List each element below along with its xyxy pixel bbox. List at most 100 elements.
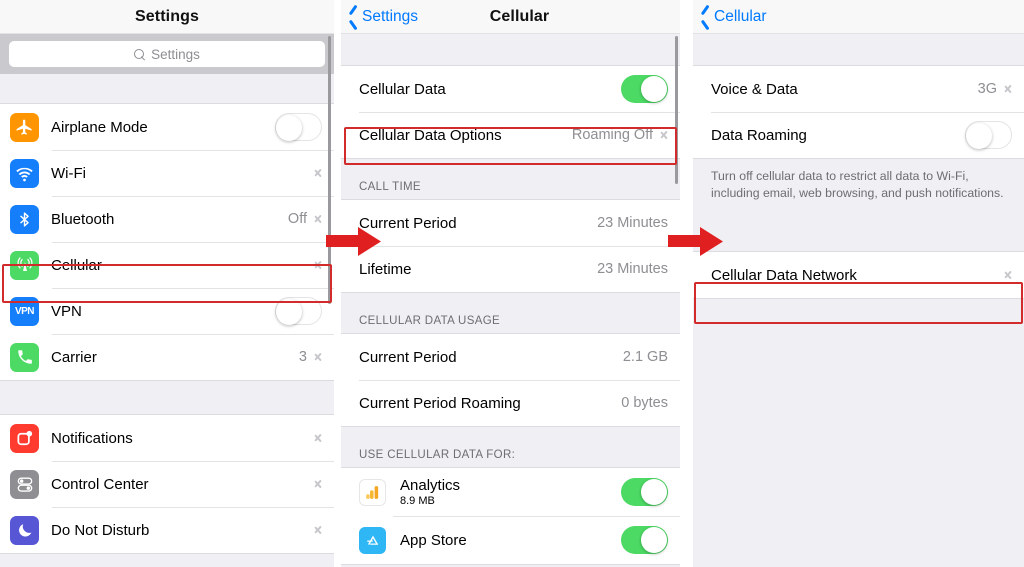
sidebar-item-label: Bluetooth xyxy=(51,210,115,228)
row-label: Current Period xyxy=(359,214,457,232)
vpn-icon: VPN xyxy=(10,296,39,326)
chevron-right-icon xyxy=(314,350,322,364)
row-value: 23 Minutes xyxy=(597,261,668,277)
chevron-left-icon xyxy=(349,9,359,26)
section-header-call-time: CALL TIME xyxy=(341,159,680,199)
settings-scroll-area[interactable]: Settings Airplane Mode Wi-Fi Bluetooth O… xyxy=(0,34,334,567)
cellular-group-apps: Analytics 8.9 MB App Store xyxy=(341,467,680,565)
sidebar-item-label: VPN xyxy=(51,302,82,320)
chevron-right-icon xyxy=(660,128,668,142)
section-header-use-cellular-data-for: USE CELLULAR DATA FOR: xyxy=(341,427,680,467)
row-cellular-data-options[interactable]: Cellular Data Options Roaming Off xyxy=(341,112,680,158)
toggle-knob xyxy=(641,76,667,102)
toggle-knob xyxy=(641,527,667,553)
chevron-right-icon xyxy=(1004,268,1012,282)
cellular-data-options-panel: Cellular Voice & Data 3G Data Roaming Tu… xyxy=(693,0,1024,567)
row-label: Current Period xyxy=(359,348,457,366)
app-store-toggle[interactable] xyxy=(621,526,668,554)
app-text-block: App Store xyxy=(400,532,621,549)
app-text-block: Analytics 8.9 MB xyxy=(400,477,621,508)
chevron-right-icon xyxy=(314,523,322,537)
options-gap-2 xyxy=(693,213,1024,251)
section-header-data-usage: CELLULAR DATA USAGE xyxy=(341,293,680,333)
sidebar-item-cellular[interactable]: Cellular xyxy=(0,242,334,288)
cellular-scrollbar[interactable] xyxy=(675,36,678,184)
row-value: 23 Minutes xyxy=(597,215,668,231)
vpn-toggle[interactable] xyxy=(275,297,322,325)
chevron-right-icon xyxy=(314,477,322,491)
carrier-icon xyxy=(10,342,39,372)
settings-gap-2 xyxy=(0,381,334,414)
cellular-scroll-area[interactable]: Cellular Data Cellular Data Options Roam… xyxy=(341,34,680,567)
analytics-toggle[interactable] xyxy=(621,478,668,506)
chevron-right-icon xyxy=(314,166,322,180)
row-data-roaming[interactable]: Data Roaming xyxy=(693,112,1024,158)
toggle-knob xyxy=(276,115,302,141)
cellular-group-call-time: Current Period 23 Minutes Lifetime 23 Mi… xyxy=(341,199,680,293)
cellular-data-toggle[interactable] xyxy=(621,75,668,103)
analytics-icon xyxy=(359,478,386,506)
sidebar-item-label: Airplane Mode xyxy=(51,118,148,136)
sidebar-item-control-center[interactable]: Control Center xyxy=(0,461,334,507)
settings-panel: Settings Settings Airplane Mode Wi-Fi Bl… xyxy=(0,0,334,567)
chevron-left-icon xyxy=(701,9,711,26)
row-usage-current-period-roaming: Current Period Roaming 0 bytes xyxy=(341,380,680,426)
back-button-cellular[interactable]: Cellular xyxy=(701,0,767,34)
chevron-right-icon xyxy=(1004,82,1012,96)
data-roaming-toggle[interactable] xyxy=(965,121,1012,149)
sidebar-item-label: Cellular xyxy=(51,256,102,274)
options-gap-3 xyxy=(693,299,1024,533)
sidebar-item-notifications[interactable]: Notifications xyxy=(0,415,334,461)
app-name: App Store xyxy=(400,531,467,549)
row-usage-current-period: Current Period 2.1 GB xyxy=(341,334,680,380)
toggle-knob xyxy=(966,123,992,149)
row-value: 3G xyxy=(977,81,997,97)
cellular-group-data: Cellular Data Cellular Data Options Roam… xyxy=(341,65,680,159)
app-name: Analytics xyxy=(400,476,461,494)
airplane-mode-toggle[interactable] xyxy=(275,113,322,141)
search-placeholder: Settings xyxy=(151,46,200,62)
options-scroll-area[interactable]: Voice & Data 3G Data Roaming Turn off ce… xyxy=(693,34,1024,567)
options-group: Voice & Data 3G Data Roaming xyxy=(693,65,1024,159)
chevron-right-icon xyxy=(314,258,322,272)
back-button-settings[interactable]: Settings xyxy=(349,0,418,34)
options-footer-text: Turn off cellular data to restrict all d… xyxy=(693,159,1024,213)
chevron-right-icon xyxy=(314,431,322,445)
panel-separator-2 xyxy=(680,0,693,567)
back-button-label: Cellular xyxy=(714,8,767,25)
row-app-app-store[interactable]: App Store xyxy=(341,516,680,564)
bluetooth-icon xyxy=(10,204,39,234)
notifications-icon xyxy=(10,423,39,453)
sidebar-item-carrier[interactable]: Carrier 3 xyxy=(0,334,334,380)
sidebar-item-airplane-mode[interactable]: Airplane Mode xyxy=(0,104,334,150)
sidebar-item-value: 3 xyxy=(298,349,307,365)
options-gap-1 xyxy=(693,34,1024,65)
row-label: Cellular Data Network xyxy=(711,266,857,284)
sidebar-item-bluetooth[interactable]: Bluetooth Off xyxy=(0,196,334,242)
page-title: Settings xyxy=(135,7,199,25)
row-label: Cellular Data xyxy=(359,80,446,98)
row-voice-and-data[interactable]: Voice & Data 3G xyxy=(693,66,1024,112)
row-call-time-current-period: Current Period 23 Minutes xyxy=(341,200,680,246)
toggle-knob xyxy=(641,479,667,505)
sidebar-item-do-not-disturb[interactable]: Do Not Disturb xyxy=(0,507,334,553)
sidebar-item-label: Carrier xyxy=(51,348,97,366)
sidebar-item-label: Control Center xyxy=(51,475,149,493)
app-store-icon xyxy=(359,526,386,554)
row-label: Current Period Roaming xyxy=(359,394,521,412)
back-button-label: Settings xyxy=(362,8,419,25)
panel-separator-1 xyxy=(334,0,341,567)
sidebar-item-vpn[interactable]: VPN VPN xyxy=(0,288,334,334)
sidebar-item-wifi[interactable]: Wi-Fi xyxy=(0,150,334,196)
app-data-size: 8.9 MB xyxy=(400,494,435,507)
chevron-right-icon xyxy=(314,212,322,226)
search-input[interactable]: Settings xyxy=(9,41,325,67)
row-cellular-data[interactable]: Cellular Data xyxy=(341,66,680,112)
cellular-panel: Settings Cellular Cellular Data Cellular… xyxy=(341,0,680,567)
row-app-analytics[interactable]: Analytics 8.9 MB xyxy=(341,468,680,516)
row-cellular-data-network[interactable]: Cellular Data Network xyxy=(693,252,1024,298)
control-center-icon xyxy=(10,469,39,499)
search-icon xyxy=(134,48,145,60)
settings-scrollbar[interactable] xyxy=(328,36,331,304)
sidebar-item-label: Do Not Disturb xyxy=(51,521,150,539)
